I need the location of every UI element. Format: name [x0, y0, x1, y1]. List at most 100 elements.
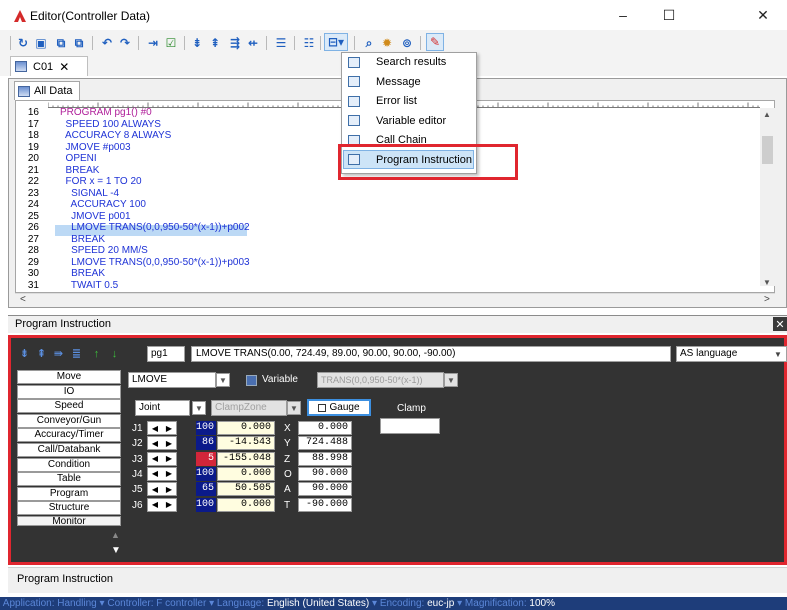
axis-value-field[interactable]: 0.000: [298, 421, 352, 435]
code-line[interactable]: OPENI: [60, 154, 97, 164]
code-line[interactable]: JMOVE p001: [60, 211, 130, 222]
tab-all-data[interactable]: All Data: [14, 81, 80, 100]
pin-icon[interactable]: ✎: [426, 33, 444, 51]
clamp-zone-select[interactable]: ClampZone: [211, 400, 287, 416]
category-condition[interactable]: Condition: [17, 457, 121, 472]
insert-after-icon[interactable]: ⇞: [35, 347, 48, 360]
scroll-up-icon[interactable]: ▲: [763, 110, 771, 119]
numbered-list-icon[interactable]: ☷: [300, 34, 318, 52]
close-icon[interactable]: ✕: [773, 317, 787, 331]
chevron-down-icon[interactable]: ▼: [444, 373, 458, 387]
code-line[interactable]: FOR x = 1 TO 20: [60, 177, 142, 187]
axis-value-field[interactable]: 90.000: [298, 466, 352, 481]
joint-value-field[interactable]: -155.048: [217, 451, 275, 466]
code-line[interactable]: ACCURACY 100: [60, 200, 146, 210]
maximize-button[interactable]: ☐: [646, 0, 692, 30]
category-table[interactable]: Table: [17, 472, 121, 487]
arrow-left-icon[interactable]: ◀: [152, 439, 158, 448]
arrow-right-icon[interactable]: ▶: [166, 500, 172, 509]
category-monitor[interactable]: Monitor: [17, 516, 121, 526]
joint-value-field[interactable]: 0.000: [217, 421, 275, 435]
joint-jog-buttons[interactable]: ◀ ▶: [147, 482, 177, 497]
instruction-field[interactable]: LMOVE TRANS(0.00, 724.49, 89.00, 90.00, …: [191, 346, 671, 362]
arrow-right-icon[interactable]: ▶: [166, 439, 172, 448]
insert-before-icon[interactable]: ⇟: [18, 347, 31, 360]
code-line[interactable]: BREAK: [60, 165, 100, 176]
open-icon[interactable]: ↻: [14, 34, 32, 52]
arrow-down-icon[interactable]: ↓: [108, 347, 121, 360]
menu-item-variable-editor[interactable]: Variable editor: [342, 112, 476, 130]
code-line[interactable]: TWAIT 0.5: [60, 280, 118, 291]
menu-item-message[interactable]: Message: [342, 73, 476, 91]
joint-jog-buttons[interactable]: ◀ ▶: [147, 466, 177, 481]
code-line[interactable]: ACCURACY 8 ALWAYS: [60, 131, 171, 141]
monitor-icon[interactable]: ⊚: [398, 34, 416, 52]
paste-icon[interactable]: ⧉: [70, 34, 88, 52]
joint-jog-buttons[interactable]: ◀ ▶: [147, 436, 177, 451]
arrow-left-icon[interactable]: ◀: [152, 500, 158, 509]
arrow-left-icon[interactable]: ◀: [152, 424, 158, 433]
chevron-down-icon[interactable]: ▼: [287, 401, 301, 415]
category-accuracy-timer[interactable]: Accuracy/Timer: [17, 428, 121, 443]
axis-value-field[interactable]: 724.488: [298, 436, 352, 451]
category-speed[interactable]: Speed: [17, 399, 121, 414]
horizontal-scrollbar[interactable]: [15, 293, 775, 306]
code-line[interactable]: PROGRAM pg1() #0: [60, 108, 152, 118]
arrow-right-icon[interactable]: ▶: [166, 424, 172, 433]
category-move[interactable]: Move: [17, 370, 121, 384]
step-icon[interactable]: ⇥: [144, 34, 162, 52]
vertical-scroll-thumb[interactable]: [762, 136, 773, 164]
delete-point-icon[interactable]: ⇷: [244, 34, 262, 52]
teach-icon[interactable]: ≣: [70, 347, 83, 360]
joint-jog-buttons[interactable]: ◀ ▶: [147, 421, 177, 435]
joint-value-field[interactable]: -14.543: [217, 436, 275, 451]
arrow-right-icon[interactable]: ▶: [166, 469, 172, 478]
document-tab[interactable]: C01 ✕: [10, 56, 88, 76]
category-program[interactable]: Program: [17, 486, 121, 501]
joint-value-field[interactable]: 0.000: [217, 497, 275, 512]
scroll-left-icon[interactable]: <: [20, 294, 26, 305]
arrow-right-icon[interactable]: ▶: [166, 485, 172, 494]
arrow-right-icon[interactable]: ▶: [166, 454, 172, 463]
axis-value-field[interactable]: -90.000: [298, 497, 352, 512]
code-line[interactable]: JMOVE #p003: [60, 142, 131, 153]
arrow-up-icon[interactable]: ↑: [90, 347, 103, 360]
variable-select[interactable]: TRANS(0,0,950-50*(x-1)): [317, 372, 444, 388]
settings-icon[interactable]: ✹: [378, 34, 396, 52]
list-icon[interactable]: ☰: [272, 34, 290, 52]
chevron-down-icon[interactable]: ▼: [192, 401, 206, 415]
vertical-scrollbar[interactable]: [760, 108, 775, 286]
close-button[interactable]: ✕: [740, 0, 786, 30]
arrow-left-icon[interactable]: ◀: [152, 454, 158, 463]
code-line[interactable]: SPEED 20 MM/S: [60, 246, 148, 256]
check-icon[interactable]: ☑: [162, 34, 180, 52]
category-call-databank[interactable]: Call/Databank: [17, 443, 121, 457]
code-line[interactable]: LMOVE TRANS(0,0,950-50*(x-1))+p003: [60, 257, 250, 268]
menu-item-error-list[interactable]: Error list: [342, 92, 476, 110]
code-line[interactable]: SPEED 100 ALWAYS: [60, 119, 161, 130]
joint-value-field[interactable]: 50.505: [217, 482, 275, 497]
program-name-field[interactable]: pg1: [147, 346, 185, 362]
code-line[interactable]: SIGNAL -4: [60, 188, 119, 199]
category-io[interactable]: IO: [17, 384, 121, 399]
clamp-field[interactable]: [380, 418, 440, 434]
chevron-down-icon[interactable]: ▼: [770, 347, 786, 361]
gauge-button[interactable]: Gauge: [307, 399, 371, 416]
move-type-select[interactable]: LMOVE: [128, 372, 216, 388]
insert-point-icon[interactable]: ⇶: [226, 34, 244, 52]
minimize-button[interactable]: –: [600, 0, 646, 30]
category-structure[interactable]: Structure: [17, 501, 121, 516]
joint-jog-buttons[interactable]: ◀ ▶: [147, 497, 177, 512]
scroll-up-icon[interactable]: ▲: [111, 530, 120, 540]
scroll-down-icon[interactable]: ▼: [111, 545, 121, 556]
code-line[interactable]: LMOVE TRANS(0,0,950-50*(x-1))+p002: [60, 223, 250, 233]
scroll-down-icon[interactable]: ▼: [763, 278, 771, 287]
delete-line-icon[interactable]: ⇞: [206, 34, 224, 52]
insert-line-icon[interactable]: ⇟: [188, 34, 206, 52]
redo-icon[interactable]: ↷: [116, 34, 134, 52]
undo-icon[interactable]: ↶: [98, 34, 116, 52]
copy-icon[interactable]: ⧉: [52, 34, 70, 52]
overwrite-icon[interactable]: ⇛: [52, 347, 65, 360]
save-icon[interactable]: ▣: [32, 34, 50, 52]
search-icon[interactable]: ⌕: [360, 34, 378, 52]
